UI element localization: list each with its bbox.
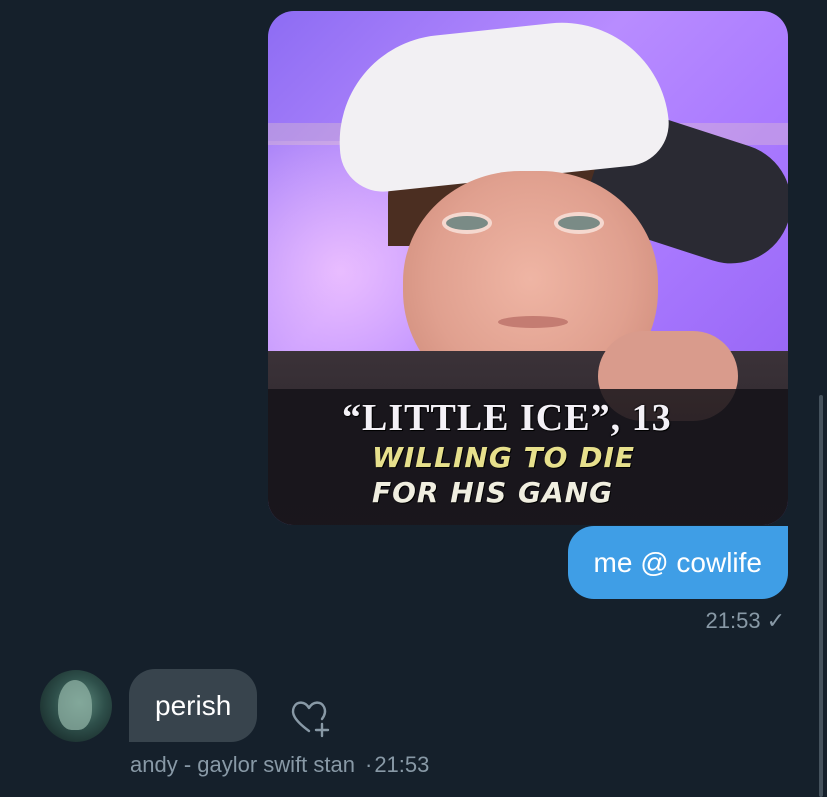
outgoing-message-time: 21:53 [705, 608, 761, 633]
incoming-message-meta: andy - gaylor swift stan · 21:53 [130, 752, 429, 778]
incoming-message-text: perish [155, 689, 232, 721]
heart-plus-icon [291, 701, 330, 738]
outgoing-message-meta: 21:53 ✓ [706, 608, 786, 634]
user-avatar[interactable] [40, 670, 112, 742]
message-image[interactable]: “LITTLE ICE”, 13 WILLING TO DIE FOR HIS … [268, 11, 788, 525]
outgoing-message-text: me @ cowlife [593, 546, 762, 578]
image-caption-line3: FOR HIS GANG [372, 476, 614, 509]
image-mouth [498, 316, 568, 328]
image-eye-right [558, 216, 600, 230]
meta-separator: · [364, 752, 373, 777]
incoming-message-bubble[interactable]: perish [129, 669, 258, 742]
scrollbar[interactable] [819, 395, 823, 797]
outgoing-message-bubble[interactable]: me @ cowlife [567, 526, 788, 599]
add-reaction-button[interactable] [288, 695, 332, 739]
image-caption-line2: WILLING TO DIE [372, 441, 636, 474]
image-eye-left [446, 216, 488, 230]
image-caption-line1: “LITTLE ICE”, 13 [342, 397, 672, 439]
incoming-message-time: 21:53 [374, 752, 430, 777]
sender-name: andy - gaylor swift stan [130, 752, 355, 777]
avatar-figure [58, 680, 92, 730]
check-icon: ✓ [766, 608, 785, 633]
